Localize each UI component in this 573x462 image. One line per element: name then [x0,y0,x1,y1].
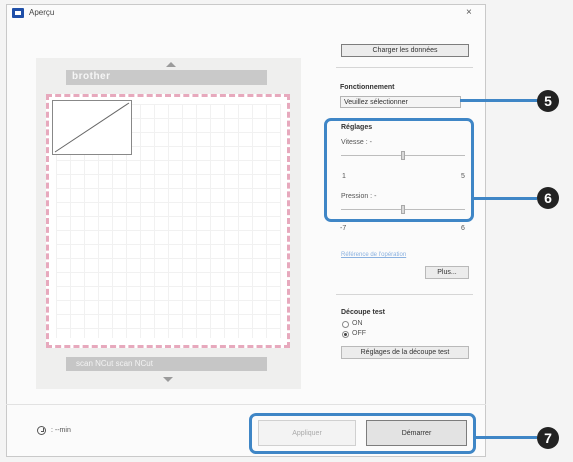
diagonal-line [54,102,130,153]
callout-leader-7 [475,436,537,439]
clock-icon [37,426,46,435]
title-bar [6,4,486,26]
arrow-down-icon [163,377,173,382]
radio-on[interactable] [342,321,349,328]
radio-on-label: ON [352,320,363,327]
radio-off-label: OFF [352,330,366,337]
operation-label: Fonctionnement [340,84,395,91]
callout-frame-7 [249,413,476,454]
operation-select[interactable]: Veuillez sélectionner [340,96,461,108]
load-data-button[interactable]: Charger les données [341,44,469,57]
callout-leader-6 [473,197,537,200]
divider [336,67,473,68]
divider [336,294,473,295]
arrow-up-icon [166,62,176,67]
callout-leader-5 [460,99,538,102]
test-cut-settings-button[interactable]: Réglages de la découpe test [341,346,469,359]
close-icon[interactable]: × [466,7,472,18]
pressure-max: 6 [461,225,465,232]
test-cut-label: Découpe test [341,309,385,316]
radio-off[interactable] [342,331,349,338]
more-button[interactable]: Plus... [425,266,469,279]
app-icon [12,8,24,18]
callout-badge-7: 7 [537,427,559,449]
callout-badge-6: 6 [537,187,559,209]
pattern-thumbnail[interactable] [52,100,132,155]
footer-divider [6,404,486,405]
window-title: Aperçu [29,8,55,17]
brand-logo: brother [72,71,111,82]
callout-frame-6 [324,118,474,222]
pressure-min: -7 [340,225,347,232]
callout-badge-5: 5 [537,90,559,112]
estimated-time: : --min [51,427,71,434]
mat-bottom-label: scan NCut scan NCut [76,359,153,368]
operation-reference-link[interactable]: Référence de l'opération [341,252,406,258]
